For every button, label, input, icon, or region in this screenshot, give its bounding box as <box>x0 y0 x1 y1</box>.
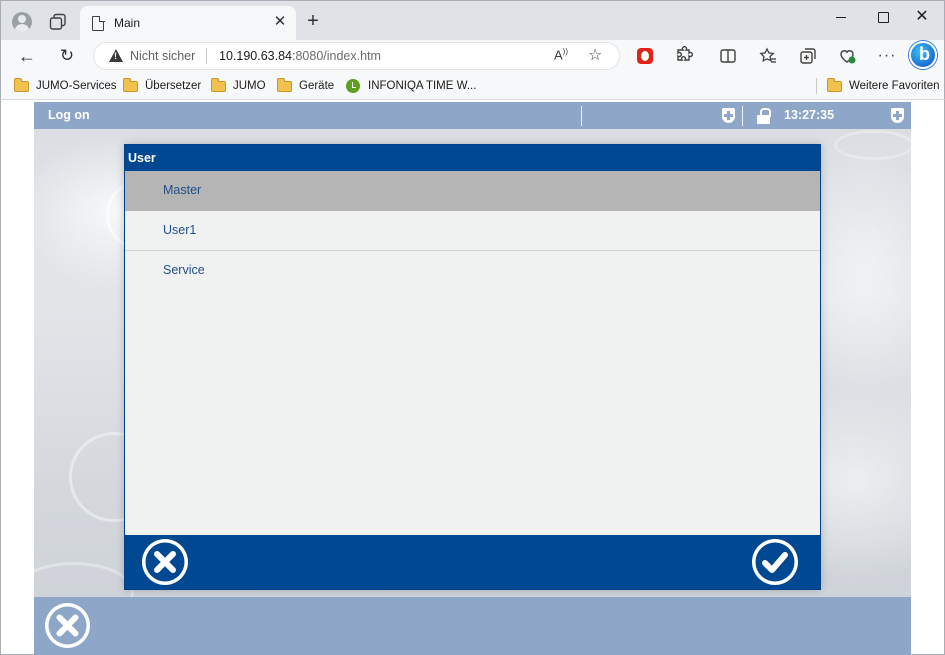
page-viewport: Log on 13:27:35 User Master User1 Servic… <box>0 100 945 655</box>
jumo-web-app: Log on 13:27:35 User Master User1 Servic… <box>34 102 911 655</box>
shield-plus-icon[interactable] <box>891 108 904 123</box>
user-item-label: Service <box>163 263 205 277</box>
window-minimize-button[interactable] <box>830 7 854 27</box>
favorite-label: INFONIQA TIME W... <box>368 80 477 92</box>
warning-icon[interactable] <box>109 49 123 62</box>
favorites-icon[interactable] <box>758 46 778 66</box>
back-arrow-icon[interactable]: ← <box>15 44 39 68</box>
clock-icon <box>346 79 360 93</box>
favorite-item-jumo-services[interactable]: JUMO-Services <box>14 77 117 94</box>
workspaces-icon[interactable] <box>49 13 67 31</box>
favorite-label: Übersetzer <box>145 80 202 92</box>
browser-titlebar: Main ✕ + ✕ <box>0 0 945 42</box>
folder-icon <box>827 77 842 92</box>
app-header: Log on 13:27:35 <box>34 102 911 129</box>
close-x-icon <box>48 606 87 645</box>
favorite-item-geraete[interactable]: Geräte <box>277 77 335 94</box>
favorite-item-infoniqa[interactable]: INFONIQA TIME W... <box>346 78 476 94</box>
extension-red-icon[interactable] <box>635 46 655 66</box>
folder-icon <box>211 77 226 92</box>
address-separator <box>206 48 207 64</box>
folder-icon <box>123 77 138 92</box>
favorite-item-jumo[interactable]: JUMO <box>211 77 266 94</box>
header-separator <box>581 106 582 126</box>
reload-icon[interactable]: ↻ <box>55 44 79 68</box>
url-path: :8080/index.htm <box>292 49 381 63</box>
user-item-label: User1 <box>163 223 197 237</box>
favorites-separator <box>816 78 817 94</box>
not-secure-label[interactable]: Nicht sicher <box>130 49 195 63</box>
user-item-service[interactable]: Service <box>125 251 820 291</box>
new-tab-button[interactable]: + <box>303 11 323 31</box>
add-favorite-star-icon[interactable]: ☆ <box>588 45 602 65</box>
tab-title: Main <box>114 16 141 30</box>
window-close-button[interactable]: ✕ <box>910 7 934 27</box>
window-maximize-button[interactable] <box>871 7 895 27</box>
favorite-item-uebersetzer[interactable]: Übersetzer <box>123 77 202 94</box>
checkmark-icon <box>755 542 795 582</box>
profile-avatar-icon[interactable] <box>12 12 32 32</box>
dialog-confirm-button[interactable] <box>752 539 798 585</box>
browser-tab-main[interactable]: Main ✕ <box>80 6 296 42</box>
extensions-puzzle-icon[interactable] <box>674 46 694 66</box>
folder-icon <box>277 77 292 92</box>
more-menu-icon[interactable]: ··· <box>877 46 897 66</box>
header-separator <box>742 106 743 126</box>
dialog-header: User <box>125 145 820 171</box>
dialog-title: User <box>128 151 156 165</box>
favorite-label: JUMO <box>233 80 266 92</box>
bing-copilot-icon[interactable] <box>909 41 937 69</box>
app-footer <box>34 597 911 655</box>
page-icon <box>92 15 105 31</box>
app-title: Log on <box>48 108 90 122</box>
app-close-button[interactable] <box>45 603 90 648</box>
user-item-master[interactable]: Master <box>125 171 820 211</box>
split-screen-icon[interactable] <box>718 46 738 66</box>
favorite-label: JUMO-Services <box>36 80 117 92</box>
shield-plus-icon[interactable] <box>722 108 735 123</box>
folder-icon <box>14 77 29 92</box>
user-item-user1[interactable]: User1 <box>125 211 820 251</box>
user-list: Master User1 Service <box>125 171 820 291</box>
favorite-label: Geräte <box>299 80 335 92</box>
user-item-label: Master <box>163 183 202 197</box>
clock-time: 13:27:35 <box>784 108 835 122</box>
favorites-bar: JUMO-Services Übersetzer JUMO Geräte INF… <box>0 72 945 100</box>
dialog-cancel-button[interactable] <box>142 539 188 585</box>
user-select-dialog: User Master User1 Service <box>124 144 821 590</box>
collections-icon[interactable] <box>798 46 818 66</box>
url-text[interactable]: 10.190.63.84:8080/index.htm <box>219 49 381 63</box>
browser-toolbar: ← ↻ Nicht sicher 10.190.63.84:8080/index… <box>0 40 945 72</box>
background-decoration <box>834 130 911 160</box>
read-aloud-icon[interactable]: A)) <box>554 47 568 62</box>
lock-icon[interactable] <box>757 108 771 124</box>
url-host: 10.190.63.84 <box>219 49 292 63</box>
tab-close-icon[interactable]: ✕ <box>272 14 288 30</box>
cancel-x-icon <box>145 542 185 582</box>
other-favorites-folder[interactable]: Weitere Favoriten <box>827 77 940 94</box>
browser-essentials-heart-icon[interactable] <box>837 46 857 66</box>
address-bar[interactable]: Nicht sicher 10.190.63.84:8080/index.htm… <box>93 42 620 70</box>
dialog-footer <box>125 535 820 589</box>
other-favorites-label: Weitere Favoriten <box>849 80 940 92</box>
